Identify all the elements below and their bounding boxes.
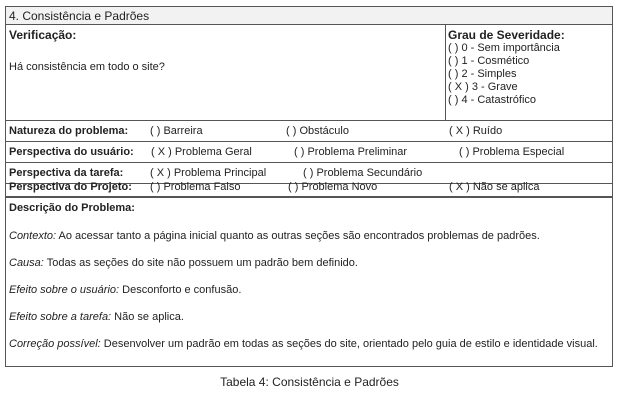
project-perspective-label: Perspectiva do Projeto:: [9, 181, 132, 193]
description-user-effect: Efeito sobre o usuário: Desconforto e co…: [9, 284, 241, 296]
description-cell: Descrição do Problema: Contexto: Ao aces…: [6, 198, 612, 369]
cause-text: Todas as seções do site não possuem um p…: [43, 257, 358, 269]
user-effect-text: Desconforto e confusão.: [119, 284, 242, 296]
verification-cell: Verificação: Há consistência em todo o s…: [6, 25, 446, 120]
nature-label: Natureza do problema:: [9, 125, 129, 137]
heuristic-table: 4. Consistência e Padrões Verificação: H…: [5, 6, 613, 367]
description-cause: Causa: Todas as seções do site não possu…: [9, 257, 358, 269]
table-caption: Tabela 4: Consistência e Padrões: [220, 375, 399, 389]
verification-label: Verificação:: [9, 28, 77, 42]
severity-label: Grau de Severidade:: [448, 28, 565, 42]
severity-option-1: ( ) 1 - Cosmético: [448, 55, 530, 67]
cause-key: Causa:: [9, 257, 44, 269]
user-option-especial: ( ) Problema Especial: [459, 146, 565, 158]
severity-option-4: ( ) 4 - Catastrófico: [448, 94, 537, 106]
description-label: Descrição do Problema:: [9, 202, 135, 214]
nature-row: Natureza do problema: ( ) Barreira ( ) O…: [6, 121, 612, 142]
severity-option-0: ( ) 0 - Sem importância: [448, 42, 560, 54]
user-option-preliminar: ( ) Problema Preliminar: [294, 146, 408, 158]
description-correction: Correção possível: Desenvolver um padrão…: [9, 338, 598, 350]
project-option-falso: ( ) Problema Falso: [150, 181, 241, 193]
severity-cell: Grau de Severidade: ( ) 0 - Sem importân…: [446, 25, 612, 120]
task-effect-text: Não se aplica.: [111, 311, 184, 323]
project-perspective-row: Perspectiva do Projeto: ( ) Problema Fal…: [6, 177, 612, 198]
nature-option-ruido: ( X ) Ruído: [449, 125, 503, 137]
table-header: 4. Consistência e Padrões: [6, 7, 612, 25]
task-effect-key: Efeito sobre a tarefa:: [9, 311, 112, 323]
description-task-effect: Efeito sobre a tarefa: Não se aplica.: [9, 311, 184, 323]
description-context: Contexto: Ao acessar tanto a página inic…: [9, 230, 540, 242]
user-perspective-label: Perspectiva do usuário:: [9, 146, 134, 158]
correction-key: Correção possível:: [9, 338, 101, 350]
user-perspective-row: Perspectiva do usuário: ( X ) Problema G…: [6, 142, 612, 163]
context-text: Ao acessar tanto a página inicial quanto…: [56, 230, 540, 242]
project-option-nao-aplica: ( X ) Não se aplica: [449, 181, 540, 193]
nature-option-barreira: ( ) Barreira: [150, 125, 203, 137]
project-option-novo: ( ) Problema Novo: [288, 181, 378, 193]
severity-option-3: ( X ) 3 - Grave: [448, 81, 518, 93]
nature-option-obstaculo: ( ) Obstáculo: [286, 125, 349, 137]
user-effect-key: Efeito sobre o usuário:: [9, 284, 120, 296]
severity-option-2: ( ) 2 - Simples: [448, 68, 517, 80]
verification-row: Verificação: Há consistência em todo o s…: [6, 25, 612, 121]
verification-question: Há consistência em todo o site?: [9, 61, 165, 73]
user-option-geral: ( X ) Problema Geral: [151, 146, 252, 158]
correction-text: Desenvolver um padrão em todas as seções…: [100, 338, 598, 350]
context-key: Contexto:: [9, 230, 57, 242]
